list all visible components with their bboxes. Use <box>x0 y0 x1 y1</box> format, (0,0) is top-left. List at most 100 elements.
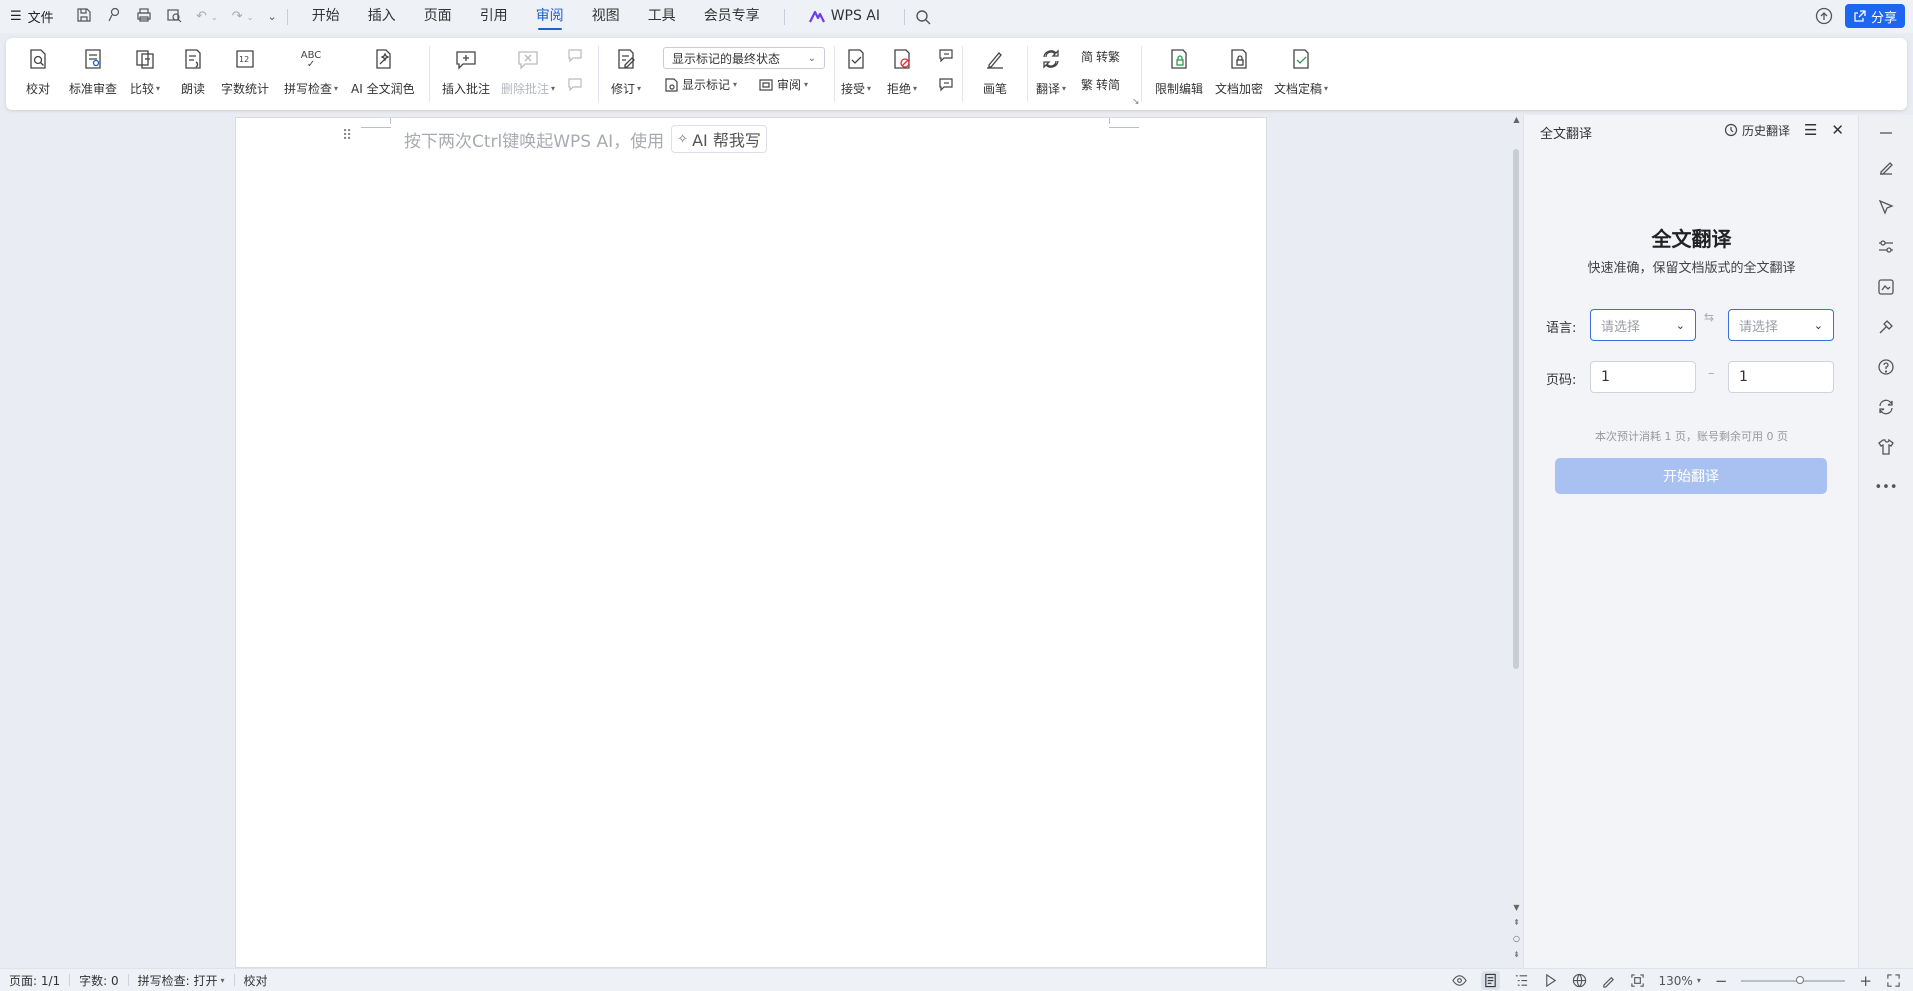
vertical-scrollbar[interactable]: ▲ ▼ ⇞ ○ ⇟ <box>1512 115 1521 968</box>
insert-comment-button[interactable]: 插入批注 <box>442 46 490 97</box>
browse-object-icon[interactable]: ○ <box>1512 934 1521 943</box>
compare-button[interactable]: 比较 ▾ <box>130 46 160 97</box>
ribbon-separator <box>429 46 430 102</box>
restrict-edit-button[interactable]: 限制编辑 <box>1155 46 1203 97</box>
customize-chevron-icon[interactable]: ⌄ <box>267 10 276 23</box>
start-translate-button[interactable]: 开始翻译 <box>1555 458 1827 494</box>
share-button[interactable]: 分享 <box>1844 4 1905 28</box>
tools-icon[interactable] <box>1876 317 1896 337</box>
to-simplified-button[interactable]: 繁 转简 <box>1081 76 1120 93</box>
finalize-button[interactable]: 文档定稿 ▾ <box>1274 46 1328 97</box>
outline-view-icon[interactable] <box>1514 973 1529 988</box>
translate-button[interactable]: 翻译 ▾ <box>1036 46 1066 97</box>
ai-polish-button[interactable]: AI 全文润色 <box>351 46 415 97</box>
save-icon[interactable] <box>76 7 92 27</box>
web-view-icon[interactable] <box>1572 973 1587 988</box>
reject-button[interactable]: 拒绝 ▾ <box>887 46 917 97</box>
redo-icon[interactable]: ↷ ⌄ <box>232 9 254 24</box>
tab-review[interactable]: 审阅 <box>522 0 578 33</box>
menu-icon[interactable]: ☰ <box>1804 121 1817 139</box>
zoom-in-icon[interactable]: + <box>1859 972 1872 990</box>
search-icon[interactable] <box>915 9 931 25</box>
undo-icon[interactable]: ↶ ⌄ <box>196 9 218 24</box>
image-edit-icon[interactable] <box>1876 277 1896 297</box>
tab-page[interactable]: 页面 <box>410 0 466 33</box>
dialog-launcher-icon[interactable]: ↘ <box>1132 97 1140 107</box>
swap-languages-icon[interactable]: ⇆ <box>1704 310 1714 324</box>
zoom-out-icon[interactable]: − <box>1715 972 1728 990</box>
tab-wps-ai[interactable]: WPS AI <box>795 0 894 33</box>
review-pane-button[interactable]: 审阅 ▾ <box>758 76 808 93</box>
scrollbar-thumb[interactable] <box>1513 149 1519 669</box>
wps-ai-hint: 按下两次Ctrl键唤起WPS AI，使用 ✧ AI 帮我写 <box>404 125 767 153</box>
print-preview-icon[interactable] <box>166 7 182 27</box>
to-traditional-button[interactable]: 简 转繁 <box>1081 48 1120 65</box>
cloud-upload-icon[interactable] <box>1815 7 1833 25</box>
zoom-level[interactable]: 130% ▾ <box>1659 974 1701 988</box>
pen-button[interactable]: 画笔 <box>983 46 1007 97</box>
spell-check-button[interactable]: ABC ✓ 拼写检查 ▾ <box>284 46 338 97</box>
accept-button[interactable]: 接受 ▾ <box>841 46 871 97</box>
markup-state-select[interactable]: 显示标记的最终状态 ⌄ <box>663 47 825 69</box>
restrict-edit-icon <box>1167 46 1191 72</box>
eye-icon[interactable] <box>1451 973 1467 988</box>
shirt-icon[interactable] <box>1876 437 1896 457</box>
tab-tools[interactable]: 工具 <box>634 0 690 33</box>
play-icon[interactable] <box>1543 973 1558 988</box>
next-page-icon[interactable]: ⇟ <box>1512 950 1521 959</box>
proofread-button[interactable]: 校对 <box>26 46 50 97</box>
zoom-slider-knob[interactable] <box>1796 975 1805 984</box>
previous-comment-icon[interactable] <box>567 47 583 63</box>
page-view-icon[interactable] <box>1480 971 1500 990</box>
tab-insert[interactable]: 插入 <box>354 0 410 33</box>
format-painter-icon[interactable] <box>106 7 122 27</box>
page-from-input[interactable]: 1 <box>1590 361 1696 393</box>
status-proofread[interactable]: 校对 <box>235 972 277 989</box>
help-icon[interactable] <box>1876 357 1896 377</box>
delete-comment-button[interactable]: 删除批注 ▾ <box>501 46 555 97</box>
tab-member[interactable]: 会员专享 <box>690 0 774 33</box>
standard-review-button[interactable]: 标准审查 <box>69 46 117 97</box>
select-cursor-icon[interactable] <box>1876 197 1896 217</box>
target-language-select[interactable]: 请选择 ⌄ <box>1728 309 1834 341</box>
pen-edit-icon[interactable] <box>1876 157 1896 177</box>
chevron-down-icon: ⌄ <box>1813 318 1823 332</box>
file-menu[interactable]: ☰ 文件 <box>0 7 64 26</box>
read-aloud-button[interactable]: 朗读 <box>181 46 205 97</box>
word-count-button[interactable]: 12 字数统计 <box>221 46 269 97</box>
source-language-select[interactable]: 请选择 ⌄ <box>1590 309 1696 341</box>
status-spell-check[interactable]: 拼写检查: 打开 ▾ <box>129 972 234 989</box>
panel-actions: 历史翻译 ☰ ✕ <box>1724 121 1844 139</box>
tab-view[interactable]: 视图 <box>578 0 634 33</box>
history-translate-button[interactable]: 历史翻译 <box>1724 122 1790 139</box>
scroll-up-icon[interactable]: ▲ <box>1512 115 1521 124</box>
show-markup-button[interactable]: 显示标记 ▾ <box>663 76 737 93</box>
more-icon[interactable]: ••• <box>1875 477 1898 497</box>
encrypt-button[interactable]: 文档加密 <box>1215 46 1263 97</box>
sync-icon[interactable] <box>1876 397 1896 417</box>
close-icon[interactable]: ✕ <box>1831 121 1844 139</box>
tab-references[interactable]: 引用 <box>466 0 522 33</box>
revise-button[interactable]: 修订 ▾ <box>611 46 641 97</box>
zoom-slider[interactable] <box>1741 975 1846 984</box>
fullscreen-icon[interactable] <box>1886 973 1901 988</box>
previous-revision-icon[interactable] <box>938 47 954 63</box>
tab-start[interactable]: 开始 <box>298 0 354 33</box>
document-page[interactable]: ⠿ 按下两次Ctrl键唤起WPS AI，使用 ✧ AI 帮我写 <box>235 117 1267 968</box>
pen-mode-icon[interactable] <box>1601 973 1616 988</box>
next-revision-icon[interactable] <box>938 76 954 92</box>
ribbon-separator <box>598 46 599 102</box>
fit-page-icon[interactable] <box>1630 973 1645 988</box>
status-word-count[interactable]: 字数: 0 <box>70 972 128 989</box>
ai-write-button[interactable]: ✧ AI 帮我写 <box>671 125 767 153</box>
zoom-level-value: 130% <box>1658 973 1693 988</box>
collapse-icon[interactable] <box>1876 123 1896 143</box>
print-icon[interactable] <box>136 7 152 27</box>
drag-handle-icon[interactable]: ⠿ <box>342 128 352 144</box>
adjust-sliders-icon[interactable] <box>1876 237 1896 257</box>
status-page[interactable]: 页面: 1/1 <box>0 972 69 989</box>
next-comment-icon[interactable] <box>567 76 583 92</box>
previous-page-icon[interactable]: ⇞ <box>1512 918 1521 927</box>
page-to-input[interactable]: 1 <box>1728 361 1834 393</box>
scroll-down-icon[interactable]: ▼ <box>1512 903 1521 912</box>
